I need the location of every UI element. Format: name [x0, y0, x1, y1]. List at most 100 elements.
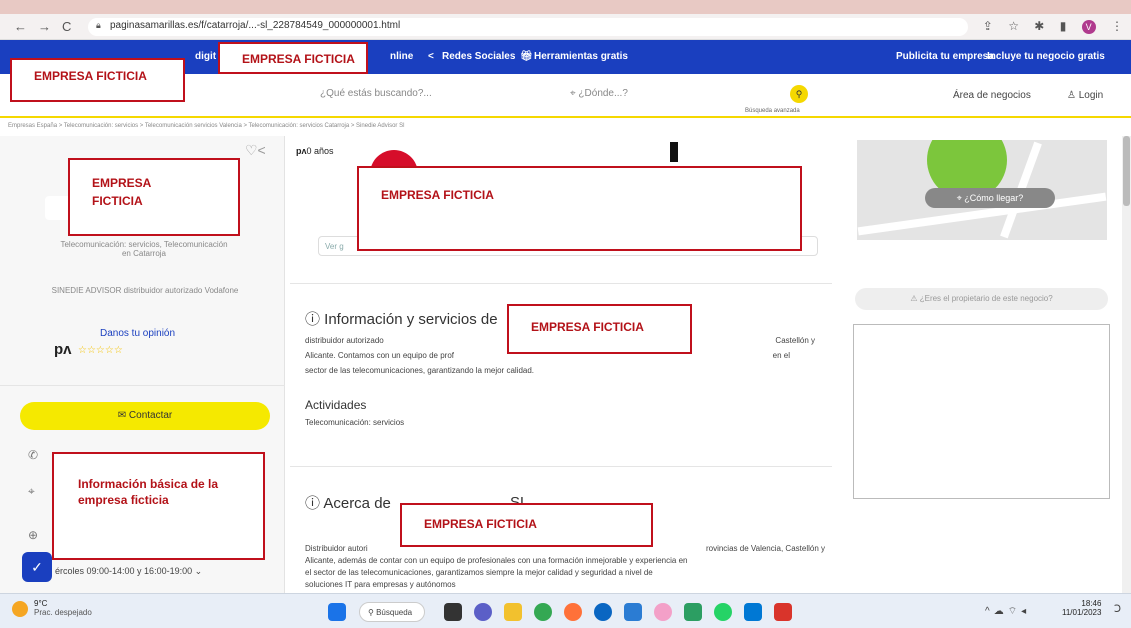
- sidepanel-icon[interactable]: ▮: [1060, 19, 1067, 33]
- menu-icon[interactable]: ⋮: [1111, 19, 1123, 33]
- info-line-1b: Castellón y: [775, 336, 815, 345]
- about-title-text: Acerca de: [323, 495, 391, 512]
- clock-date: 11/01/2023: [1062, 608, 1102, 617]
- business-area-link[interactable]: Área de negocios: [953, 90, 1031, 101]
- extensions-icon[interactable]: ✱: [1034, 19, 1044, 33]
- pdf-reader-icon[interactable]: [774, 603, 792, 621]
- claim-business-label: ¿Eres el propietario de este negocio?: [919, 294, 1053, 303]
- app-icon[interactable]: [654, 603, 672, 621]
- forward-icon[interactable]: →: [38, 19, 51, 34]
- overlay-box-4: EMPRESA FICTICIA: [357, 166, 802, 251]
- tagline: SINEDIE ADVISOR distribuidor autorizado …: [51, 286, 239, 295]
- activities-value[interactable]: Telecomunicación: servicios: [305, 418, 404, 427]
- contact-label: Contactar: [128, 410, 173, 421]
- page-scrollbar[interactable]: [1122, 136, 1131, 593]
- nav-digital-link[interactable]: digit: [195, 51, 216, 62]
- user-icon: ♙: [1067, 90, 1079, 101]
- chevron-down-icon: ⌄: [194, 566, 203, 576]
- reload-icon[interactable]: C: [62, 19, 71, 34]
- info-line-2b: en el: [772, 351, 790, 360]
- divider: [290, 283, 832, 284]
- shield-icon[interactable]: ✓: [22, 552, 52, 582]
- info-section-title: ⓘ Información y servicios de: [305, 308, 498, 329]
- bookmark-star-icon[interactable]: ☆: [1008, 19, 1019, 33]
- info-line-3: sector de las telecomunicaciones, garant…: [305, 366, 535, 375]
- overlay-box-2: EMPRESA FICTICIA: [218, 42, 368, 74]
- publish-link[interactable]: Publicita tu empresa: [896, 51, 994, 62]
- where-search-input[interactable]: ⌖ ¿Dónde...?: [570, 84, 730, 99]
- nav-online-link[interactable]: nline: [390, 51, 413, 62]
- task-view-icon[interactable]: [444, 603, 462, 621]
- file-explorer-icon[interactable]: [504, 603, 522, 621]
- scrollbar-thumb[interactable]: [1123, 136, 1130, 206]
- taskbar-search-label: Búsqueda: [376, 608, 413, 617]
- brand-graphic-bar: [670, 142, 678, 162]
- years-label: pᴧ0 años: [296, 146, 334, 156]
- edge-icon[interactable]: [594, 603, 612, 621]
- divider: [0, 385, 285, 386]
- weather-icon[interactable]: [12, 601, 28, 617]
- advanced-search-link[interactable]: Búsqueda avanzada: [745, 108, 800, 114]
- directions-label: ¿Cómo llegar?: [964, 193, 1024, 203]
- favorite-heart-icon[interactable]: ♡<: [245, 142, 266, 159]
- opening-hours[interactable]: ércoles 09:00-14:00 y 16:00-19:00 ⌄: [55, 566, 202, 577]
- about-line-4: soluciones IT para empresas y autónomos: [305, 580, 456, 589]
- login-label: Login: [1078, 90, 1104, 101]
- info-icon: ⓘ: [305, 311, 325, 328]
- gift-icon: 🎁︎: [520, 51, 533, 62]
- windows-start-icon[interactable]: [328, 603, 346, 621]
- url-text: paginasamarillas.es/f/catarroja/...-sl_2…: [110, 20, 401, 31]
- contact-button[interactable]: ✉ Contactar: [20, 402, 270, 430]
- overlay-box-3: EMPRESA FICTICIA: [68, 158, 240, 236]
- browser-actions: ⇪ ☆ ✱ ▮ V ⋮: [971, 19, 1123, 34]
- phone-icon: ✆: [28, 448, 39, 462]
- spreadsheet-icon[interactable]: [684, 603, 702, 621]
- nav-tools-link[interactable]: Herramientas gratis: [534, 51, 628, 62]
- about-description: Distribuidor autori rovincias de Valencia…: [305, 543, 825, 591]
- chat-icon[interactable]: [474, 603, 492, 621]
- login-link[interactable]: ♙ Login: [1067, 90, 1103, 101]
- clock[interactable]: 18:46 11/01/2023: [1062, 599, 1101, 617]
- search-icon: ⚲: [795, 89, 803, 99]
- about-line-1: Distribuidor autori: [305, 544, 368, 553]
- address-bar[interactable]: 🔒︎ paginasamarillas.es/f/catarroja/...-s…: [88, 18, 968, 36]
- weather-text: Prac. despejado: [34, 608, 92, 617]
- category-text: Telecomunicación: servicios, Telecomunic…: [24, 240, 264, 258]
- whatsapp-icon[interactable]: [714, 603, 732, 621]
- firefox-icon[interactable]: [564, 603, 582, 621]
- word-icon[interactable]: [624, 603, 642, 621]
- profile-avatar[interactable]: V: [1081, 20, 1096, 34]
- outlook-icon[interactable]: [744, 603, 762, 621]
- weather-widget[interactable]: 9°C Prac. despejado: [34, 599, 92, 617]
- share-icon[interactable]: ⇪: [983, 19, 993, 33]
- include-business-link[interactable]: Incluye tu negocio gratis: [987, 51, 1105, 62]
- where-placeholder: ¿Dónde...?: [578, 88, 628, 99]
- notification-icon[interactable]: Ↄ: [1114, 604, 1121, 615]
- back-icon[interactable]: ←: [14, 19, 27, 34]
- directions-button[interactable]: ⌖ ¿Cómo llegar?: [925, 188, 1055, 208]
- rating-stars[interactable]: ☆☆☆☆☆: [78, 345, 123, 356]
- browser-toolbar: ← → C 🔒︎ paginasamarillas.es/f/catarroja…: [0, 14, 1131, 40]
- small-logo: pᴧ: [54, 341, 72, 358]
- lock-icon: 🔒︎: [96, 20, 101, 30]
- clock-time: 18:46: [1081, 599, 1102, 608]
- system-tray-icons[interactable]: ^☁⌔◂: [985, 605, 1030, 618]
- nav-social-link[interactable]: Redes Sociales: [442, 51, 515, 62]
- breadcrumb[interactable]: Empresas España > Telecomunicación: serv…: [8, 123, 404, 129]
- weather-temp: 9°C: [34, 599, 48, 608]
- web-icon: ⊕: [28, 528, 39, 542]
- review-link[interactable]: Danos tu opinión: [100, 328, 175, 339]
- info-icon: ⓘ: [305, 495, 324, 512]
- mail-icon: ✉: [117, 410, 129, 421]
- divider: [290, 466, 832, 467]
- claim-business-button[interactable]: ⚠ ¿Eres el propietario de este negocio?: [855, 288, 1108, 310]
- ad-placeholder: [853, 324, 1110, 499]
- activities-title: Actividades: [305, 398, 367, 412]
- taskbar-search[interactable]: ⚲ Búsqueda: [359, 602, 425, 622]
- search-button[interactable]: ⚲: [790, 85, 808, 103]
- about-line-2: Alicante, además de contar con un equipo…: [305, 556, 688, 565]
- overlay-box-7: EMPRESA FICTICIA: [400, 503, 653, 547]
- chrome-icon[interactable]: [534, 603, 552, 621]
- info-line-1: distribuidor autorizado: [305, 336, 384, 345]
- overlay-box-5: EMPRESA FICTICIA: [507, 304, 692, 354]
